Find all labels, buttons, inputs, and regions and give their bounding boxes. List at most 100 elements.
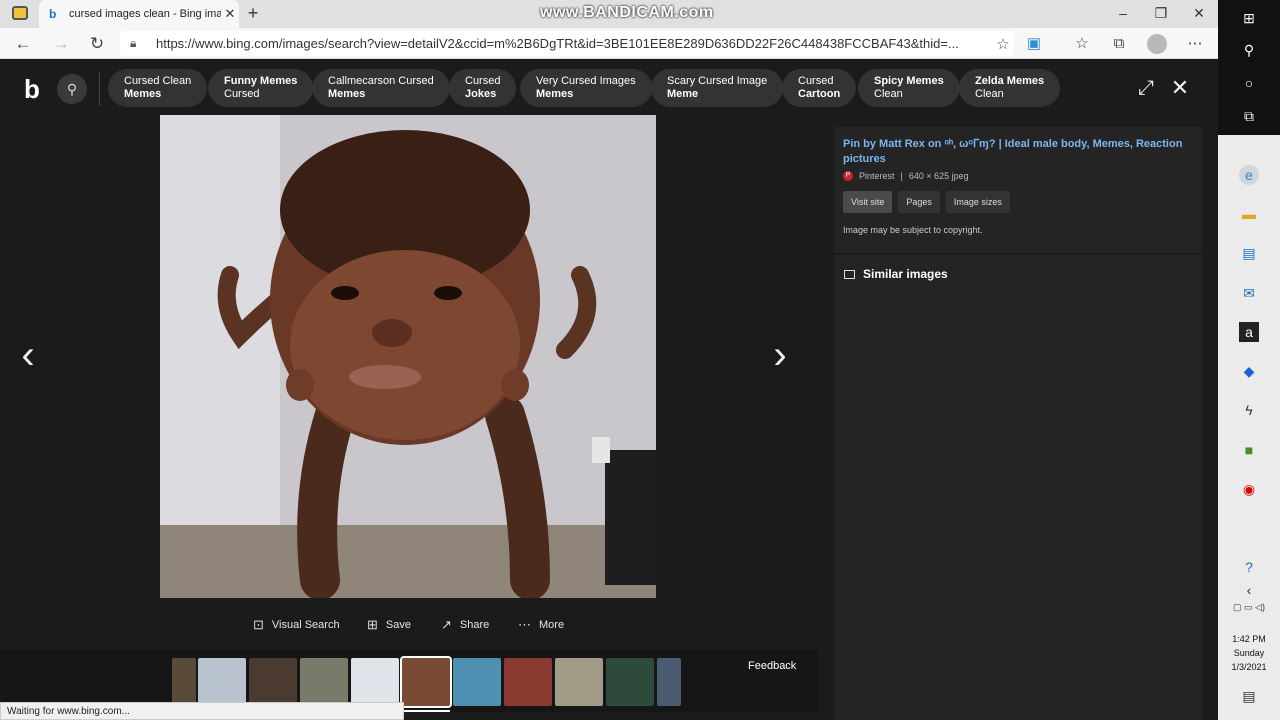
share-button[interactable]: ↗ Share — [441, 615, 489, 635]
show-hidden-icons-icon[interactable]: ‹ — [1239, 580, 1259, 600]
feedback-link[interactable]: Feedback — [748, 660, 796, 672]
clock-date: 1/3/2021 — [1231, 662, 1267, 672]
save-button[interactable]: ⊞ Save — [367, 615, 411, 635]
image-sizes-button[interactable]: Image sizes — [945, 191, 1010, 213]
collections-icon[interactable]: ⧉ — [1109, 34, 1129, 54]
app-icon[interactable]: ϟ — [1239, 400, 1259, 420]
browser-tab-bar: b cursed images clean - Bing imag ✕ + ww… — [0, 0, 1218, 28]
system-tray-icons[interactable]: ▢ ▭ ◁) — [1218, 602, 1280, 616]
search-icon[interactable]: ⚲ — [1239, 40, 1259, 60]
thumbnail[interactable] — [351, 658, 399, 706]
expand-icon[interactable]: ⤢ — [1134, 76, 1158, 100]
image-viewer: ‹ › ⊡ Visual Search ⊞ Save ↗ Share ⋯ Mor… — [0, 115, 818, 650]
next-image-icon[interactable]: › — [765, 335, 795, 375]
related-search-chip[interactable]: Scary Cursed Image Meme — [651, 69, 784, 107]
taskbar-clock[interactable]: 1:42 PM Sunday 1/3/2021 — [1218, 632, 1280, 674]
thumbnail[interactable] — [504, 658, 552, 706]
bandicam-watermark: www.BANDICAM.com — [540, 4, 714, 21]
close-icon[interactable]: ✕ — [1168, 76, 1192, 100]
thumbnail-selected[interactable] — [400, 656, 452, 708]
store-icon[interactable]: ▤ — [1239, 243, 1259, 263]
extension-icon[interactable]: ▣ — [1024, 34, 1044, 54]
chip-line1: Scary Cursed Image — [667, 75, 768, 87]
related-search-chip[interactable]: Cursed Cartoon — [782, 69, 857, 107]
source-name[interactable]: Pinterest — [859, 171, 895, 181]
header-divider — [99, 72, 100, 106]
chip-line1: Spicy Memes — [874, 75, 944, 87]
related-search-chip[interactable]: Callmecarson Cursed Memes — [312, 69, 450, 107]
address-toolbar: ← → ↻ 🔒︎ https://www.bing.com/images/sea… — [0, 28, 1218, 59]
bing-favicon-icon: b — [49, 7, 57, 21]
related-search-chip[interactable]: Cursed Clean Memes — [108, 69, 208, 107]
tab-close-icon[interactable]: ✕ — [221, 6, 239, 22]
thumbnail[interactable] — [453, 658, 501, 706]
thumbnail[interactable] — [657, 658, 681, 706]
visual-search-label: Visual Search — [271, 619, 340, 631]
minecraft-icon[interactable]: ■ — [1239, 440, 1259, 460]
chip-line2: Cursed — [224, 88, 260, 100]
action-center-icon[interactable]: ▤ — [1239, 686, 1259, 706]
tab-actions-icon[interactable] — [12, 6, 28, 20]
source-title-link[interactable]: Pin by Matt Rex on ᵒʰ, ωᵒᒥɱ? | Ideal mal… — [843, 137, 1193, 167]
thumbnail[interactable] — [300, 658, 348, 706]
file-explorer-icon[interactable]: ▬ — [1239, 204, 1259, 224]
search-icon[interactable]: ⚲ — [57, 74, 87, 104]
url-bar[interactable]: 🔒︎ https://www.bing.com/images/search?vi… — [120, 31, 1014, 56]
minimize-icon[interactable]: – — [1113, 4, 1133, 22]
help-icon[interactable]: ? — [1239, 557, 1259, 577]
chip-line1: Cursed Clean — [124, 75, 192, 87]
related-search-chip[interactable]: Cursed Jokes — [449, 69, 517, 107]
task-view-icon[interactable]: ⧉ — [1239, 106, 1259, 126]
browser-status-bar: Waiting for www.bing.com... — [0, 702, 404, 720]
chip-line2: Clean — [874, 88, 903, 100]
more-menu-icon[interactable]: ⋯ — [1185, 34, 1205, 54]
thumbnail[interactable] — [198, 658, 246, 706]
chip-line2: Cartoon — [798, 88, 841, 100]
chip-line1: Funny Memes — [224, 75, 298, 87]
new-tab-button[interactable]: + — [244, 4, 262, 22]
cortana-icon[interactable]: ○ — [1239, 73, 1259, 93]
visual-search-button[interactable]: ⊡ Visual Search — [253, 615, 340, 635]
related-search-chip[interactable]: Spicy Memes Clean — [858, 69, 960, 107]
related-search-chip[interactable]: Very Cursed Images Memes — [520, 69, 652, 107]
previous-image-icon[interactable]: ‹ — [13, 335, 43, 375]
edge-browser-icon[interactable]: e — [1239, 165, 1259, 185]
more-label: More — [539, 619, 565, 631]
bing-logo-icon[interactable]: b — [24, 76, 40, 102]
window-close-icon[interactable]: ✕ — [1189, 4, 1209, 22]
chip-line2: Jokes — [465, 88, 497, 100]
favorites-icon[interactable]: ☆ — [1072, 34, 1092, 54]
more-button[interactable]: ⋯ More — [518, 615, 564, 635]
share-icon: ↗ — [441, 617, 452, 632]
chip-line1: Cursed — [798, 75, 834, 87]
forward-icon[interactable]: → — [50, 33, 72, 55]
browser-tab-active[interactable]: b cursed images clean - Bing imag ✕ — [39, 0, 239, 28]
back-icon[interactable]: ← — [12, 33, 34, 55]
windows-start-icon[interactable]: ⊞ — [1239, 8, 1259, 28]
thumbnail[interactable] — [249, 658, 297, 706]
visual-search-icon: ⊡ — [253, 617, 264, 632]
source-card: Pin by Matt Rex on ᵒʰ, ωᵒᒥɱ? | Ideal mal… — [834, 127, 1202, 253]
thumbnail[interactable] — [555, 658, 603, 706]
favorite-star-icon[interactable]: ☆ — [992, 35, 1014, 53]
similar-images-heading: Similar images — [844, 267, 948, 281]
amazon-icon[interactable]: a — [1239, 322, 1259, 342]
dropbox-icon[interactable]: ◆ — [1239, 361, 1259, 381]
thumbnail[interactable] — [606, 658, 654, 706]
thumbnail[interactable] — [172, 658, 196, 706]
mail-icon[interactable]: ✉ — [1239, 283, 1259, 303]
record-icon[interactable]: ◉ — [1239, 479, 1259, 499]
related-search-chip[interactable]: Funny Memes Cursed — [208, 69, 314, 107]
url-text[interactable]: https://www.bing.com/images/search?view=… — [156, 36, 992, 51]
restore-icon[interactable]: ❐ — [1151, 4, 1171, 22]
visit-site-button[interactable]: Visit site — [843, 191, 893, 213]
pages-button[interactable]: Pages — [898, 191, 940, 213]
profile-avatar[interactable] — [1147, 34, 1167, 54]
main-image[interactable] — [160, 115, 656, 598]
chip-line1: Zelda Memes — [975, 75, 1045, 87]
info-panel: Pin by Matt Rex on ᵒʰ, ωᵒᒥɱ? | Ideal mal… — [818, 115, 1218, 720]
bing-header: b ⚲ Cursed Clean Memes Funny Memes Curse… — [0, 59, 1218, 115]
related-search-chip[interactable]: Zelda Memes Clean — [959, 69, 1061, 107]
chip-line1: Very Cursed Images — [536, 75, 636, 87]
refresh-icon[interactable]: ↻ — [86, 33, 108, 55]
